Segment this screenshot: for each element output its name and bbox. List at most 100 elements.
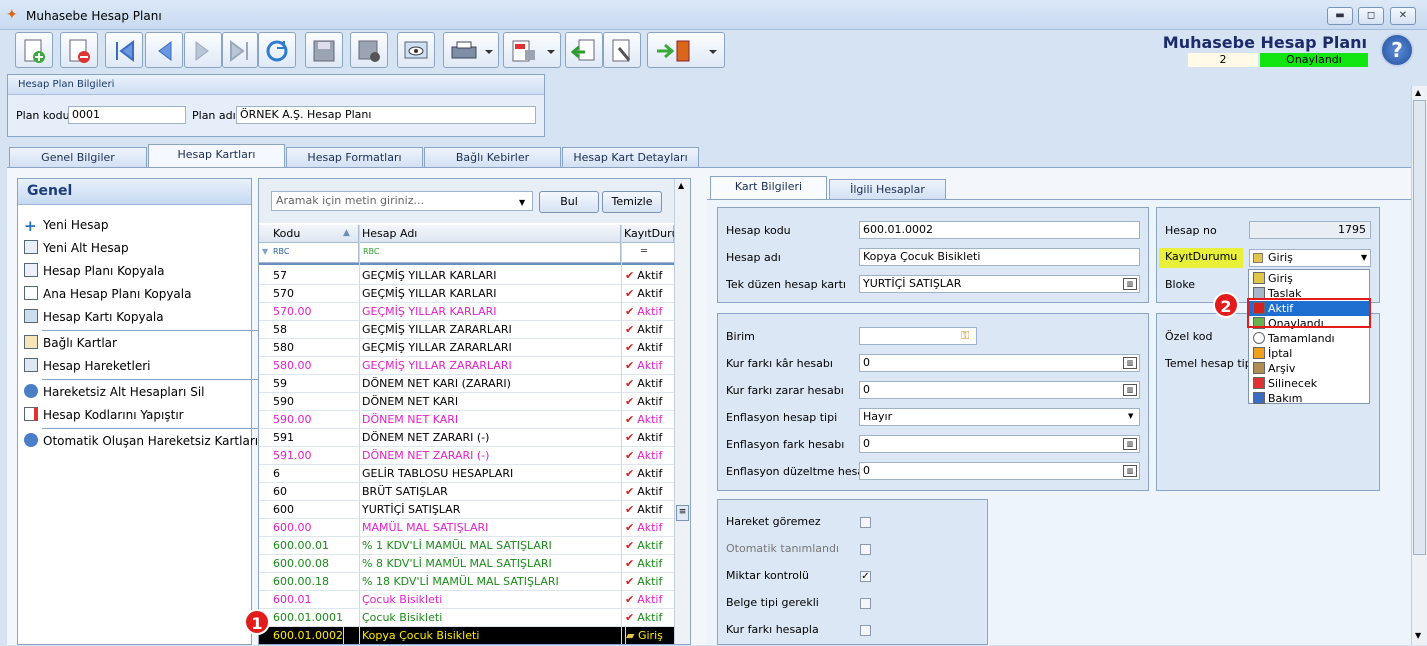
lookup-button-icon[interactable]: ▥ <box>1123 384 1137 396</box>
dropdown-option[interactable]: İptal <box>1253 346 1369 361</box>
table-row[interactable]: 600 YURTİÇİ SATIŞLAR ✔ Aktif <box>259 501 674 519</box>
enf-duz-input[interactable]: 0 <box>859 462 1140 480</box>
table-row[interactable]: 600.01.0002 Kopya Çocuk Bisikleti ▰ Giriş <box>259 627 674 644</box>
enf-fark-input[interactable]: 0 <box>859 435 1140 453</box>
dropdown-option[interactable]: Bakım <box>1253 391 1369 406</box>
kur-kar-input[interactable]: 0 <box>859 354 1140 372</box>
filter-status-cell[interactable]: ═ <box>621 243 674 263</box>
export-button[interactable] <box>503 32 561 68</box>
new-record-button[interactable] <box>15 32 53 68</box>
tab-hesap-kartlari[interactable]: Hesap Kartları <box>148 144 285 168</box>
table-row[interactable]: 60 BRÜT SATIŞLAR ✔ Aktif <box>259 483 674 501</box>
table-row[interactable]: 600.00.18 % 18 KDV'Lİ MAMÜL MAL SATIŞLARI… <box>259 573 674 591</box>
plan-name-input[interactable]: ÖRNEK A.Ş. Hesap Planı <box>236 106 536 124</box>
kayit-durumu-select[interactable]: Giriş <box>1249 249 1371 267</box>
hesap-adi-input[interactable]: Kopya Çocuk Bisikleti <box>859 248 1140 266</box>
action-delete-auto-cards[interactable]: Otomatik Oluşan Hareketsiz Kartları Sil <box>24 432 276 450</box>
exit-button[interactable] <box>647 32 725 68</box>
prev-record-button[interactable] <box>145 32 183 68</box>
tek-duzen-input[interactable]: YURTİÇİ SATIŞLAR <box>859 275 1140 293</box>
tab-hesap-formatlari[interactable]: Hesap Formatları <box>286 147 423 167</box>
lookup-button-icon[interactable]: ▥ <box>1123 465 1137 477</box>
table-row[interactable]: 600.00.01 % 1 KDV'Lİ MAMÜL MAL SATIŞLARI ✔… <box>259 537 674 555</box>
save-button[interactable] <box>305 32 343 68</box>
tab-hesap-kart-detaylari[interactable]: Hesap Kart Detayları <box>562 147 699 167</box>
settings-button[interactable] <box>603 32 641 68</box>
action-copy-main-plan[interactable]: Ana Hesap Planı Kopyala <box>24 285 191 303</box>
close-button[interactable]: ✕ <box>1390 7 1416 25</box>
table-row[interactable]: 590.00 DÖNEM NET KARI ✔ Aktif <box>259 411 674 429</box>
maximize-button[interactable]: ◻ <box>1358 7 1384 25</box>
action-copy-plan[interactable]: Hesap Planı Kopyala <box>24 262 165 280</box>
next-record-button[interactable] <box>184 32 222 68</box>
action-new-account[interactable]: + Yeni Hesap <box>24 216 109 234</box>
chevron-down-icon[interactable]: ▼ <box>1128 412 1133 420</box>
kur-zarar-input[interactable]: 0 <box>859 381 1140 399</box>
action-linked-cards[interactable]: Bağlı Kartlar <box>24 334 117 352</box>
action-account-movements[interactable]: Hesap Hareketleri <box>24 357 150 375</box>
tab-kart-bilgileri[interactable]: Kart Bilgileri <box>710 176 827 200</box>
table-row[interactable]: 570.00 GEÇMİŞ YILLAR KARLARI ✔ Aktif <box>259 303 674 321</box>
grid-scrollbar[interactable]: ▲ ≡ <box>674 179 690 644</box>
first-record-button[interactable] <box>105 32 143 68</box>
column-code-header[interactable]: Kodu ▲ <box>259 225 359 243</box>
scroll-up-icon[interactable]: ▲ <box>678 181 684 190</box>
column-status-header[interactable]: KayıtDurur <box>621 225 683 243</box>
enf-tipi-select[interactable]: Hayır <box>859 408 1140 426</box>
lookup-button-icon[interactable]: ▥ <box>1123 357 1137 369</box>
dropdown-option[interactable]: Arşiv <box>1253 361 1369 376</box>
filter-text-icon[interactable]: RBC <box>273 247 290 256</box>
table-row[interactable]: 57 GEÇMİŞ YILLAR KARLARI ✔ Aktif <box>259 267 674 285</box>
option-checkbox[interactable] <box>860 544 871 555</box>
table-row[interactable]: 591.00 DÖNEM NET ZARARI (-) ✔ Aktif <box>259 447 674 465</box>
dropdown-option[interactable]: Silinecek <box>1253 376 1369 391</box>
delete-record-button[interactable] <box>60 32 98 68</box>
action-new-sub-account[interactable]: Yeni Alt Hesap <box>24 239 129 257</box>
table-row[interactable]: 6 GELİR TABLOSU HESAPLARI ✔ Aktif <box>259 465 674 483</box>
table-row[interactable]: 580 GEÇMİŞ YILLAR ZARARLARI ✔ Aktif <box>259 339 674 357</box>
dropdown-option[interactable]: Tamamlandı <box>1253 331 1369 346</box>
table-row[interactable]: 591 DÖNEM NET ZARARI (-) ✔ Aktif <box>259 429 674 447</box>
key-icon[interactable]: ⚿ <box>961 329 969 343</box>
table-row[interactable]: 58 GEÇMİŞ YILLAR ZARARLARI ✔ Aktif <box>259 321 674 339</box>
minimize-button[interactable]: ▬ <box>1327 7 1353 25</box>
main-scrollbar[interactable]: ▲ ▼ <box>1411 86 1427 645</box>
option-checkbox[interactable] <box>860 598 871 609</box>
tab-bagli-kebirler[interactable]: Bağlı Kebirler <box>424 147 561 167</box>
print-button[interactable] <box>443 32 499 68</box>
birim-input[interactable] <box>859 327 977 345</box>
column-name-header[interactable]: Hesap Adı <box>359 225 621 243</box>
table-row[interactable]: 600.01.0001 Çocuk Bisikleti ✔ Aktif <box>259 609 674 627</box>
help-button[interactable]: ? <box>1380 33 1414 67</box>
search-input[interactable]: Aramak için metin giriniz... <box>271 191 533 211</box>
chevron-down-icon[interactable]: ▼ <box>1361 253 1367 262</box>
table-row[interactable]: 600.00 MAMÜL MAL SATIŞLARI ✔ Aktif <box>259 519 674 537</box>
import-button[interactable] <box>565 32 603 68</box>
option-checkbox[interactable] <box>860 517 871 528</box>
lookup-button-icon[interactable]: ▥ <box>1123 278 1137 290</box>
table-row[interactable]: 580.00 GEÇMİŞ YILLAR ZARARLARI ✔ Aktif <box>259 357 674 375</box>
clear-button[interactable]: Temizle <box>602 191 662 213</box>
filter-text-icon[interactable]: RBC <box>363 247 380 256</box>
find-button[interactable]: Bul <box>539 191 599 213</box>
preview-button[interactable] <box>397 32 435 68</box>
search-dropdown-icon[interactable]: ▼ <box>519 198 525 207</box>
table-row[interactable]: 600.01 Çocuk Bisikleti ✔ Aktif <box>259 591 674 609</box>
dropdown-option[interactable]: Giriş <box>1253 271 1369 286</box>
table-row[interactable]: 600.00.08 % 8 KDV'Lİ MAMÜL MAL SATIŞLARI ✔… <box>259 555 674 573</box>
save-close-button[interactable] <box>350 32 388 68</box>
scroll-up-icon[interactable]: ▲ <box>1415 88 1421 97</box>
action-paste-codes[interactable]: Hesap Kodlarını Yapıştır <box>24 406 184 424</box>
scroll-down-icon[interactable]: ▼ <box>1415 631 1421 640</box>
action-copy-card[interactable]: Hesap Kartı Kopyala <box>24 308 164 326</box>
table-row[interactable]: 590 DÖNEM NET KARI ✔ Aktif <box>259 393 674 411</box>
hesap-kodu-input[interactable]: 600.01.0002 <box>859 221 1140 239</box>
refresh-button[interactable] <box>258 32 296 68</box>
scroll-thumb[interactable]: ≡ <box>676 505 689 521</box>
last-record-button[interactable] <box>222 32 258 68</box>
tab-genel-bilgiler[interactable]: Genel Bilgiler <box>9 147 147 167</box>
plan-code-input[interactable]: 0001 <box>68 106 186 124</box>
action-delete-idle-subaccounts[interactable]: Hareketsiz Alt Hesapları Sil <box>24 383 204 401</box>
table-row[interactable]: 59 DÖNEM NET KARI (ZARARI) ✔ Aktif <box>259 375 674 393</box>
table-row[interactable]: 570 GEÇMİŞ YILLAR KARLARI ✔ Aktif <box>259 285 674 303</box>
